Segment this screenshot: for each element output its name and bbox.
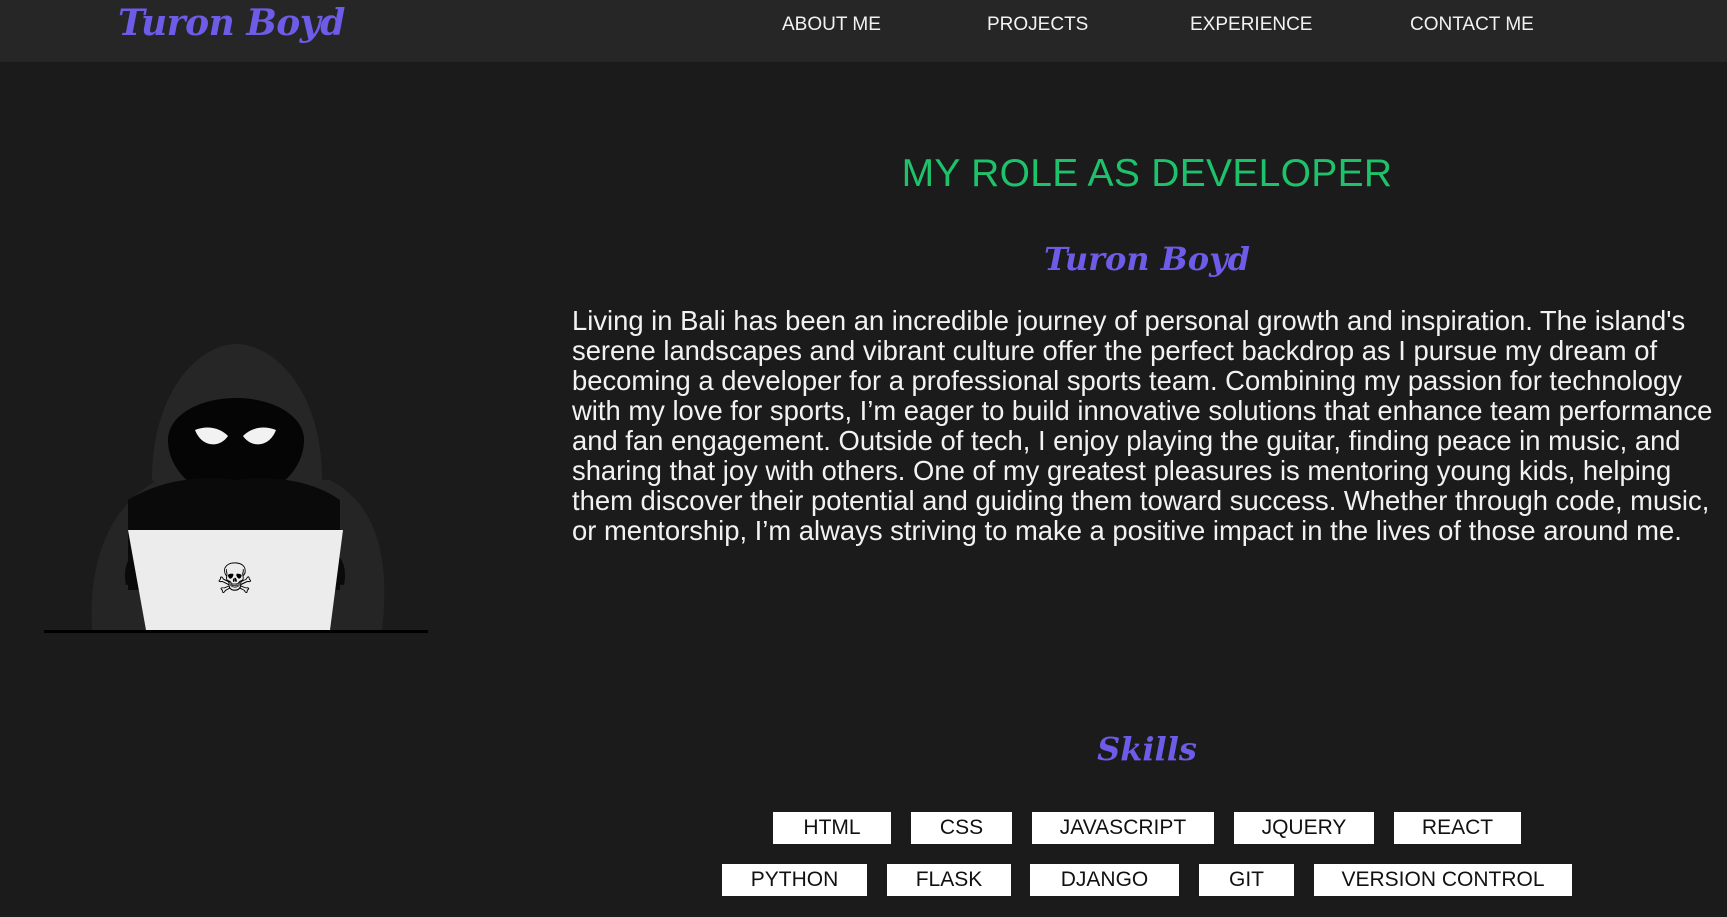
about-name: Turon Boyd <box>1043 240 1251 278</box>
nav-link-experience[interactable]: EXPERIENCE <box>1190 14 1312 36</box>
skill-badge-react: REACT <box>1394 812 1521 844</box>
nav-link-contact-me[interactable]: CONTACT ME <box>1410 14 1534 36</box>
skill-badge-html: HTML <box>773 812 891 844</box>
skill-badge-css: CSS <box>911 812 1012 844</box>
skill-badge-django: DJANGO <box>1030 864 1179 896</box>
hacker-illustration: ☠ <box>40 330 440 650</box>
skill-badge-jquery: JQUERY <box>1234 812 1374 844</box>
skills-title: Skills <box>1097 730 1197 768</box>
skill-badge-javascript: JAVASCRIPT <box>1032 812 1214 844</box>
role-title: MY ROLE AS DEVELOPER <box>901 152 1393 195</box>
nav-link-about-me[interactable]: ABOUT ME <box>782 14 881 36</box>
skull-crossbones-icon: ☠ <box>216 554 254 603</box>
brand-logo[interactable]: Turon Boyd <box>118 2 345 44</box>
nav-link-projects[interactable]: PROJECTS <box>987 14 1088 36</box>
bio-paragraph: Living in Bali has been an incredible jo… <box>572 305 1713 546</box>
navbar: Turon Boyd ABOUT ME PROJECTS EXPERIENCE … <box>0 0 1727 62</box>
skill-badge-version-control: VERSION CONTROL <box>1314 864 1572 896</box>
skill-badge-python: PYTHON <box>722 864 867 896</box>
skill-badge-git: GIT <box>1199 864 1294 896</box>
skill-badge-flask: FLASK <box>887 864 1011 896</box>
